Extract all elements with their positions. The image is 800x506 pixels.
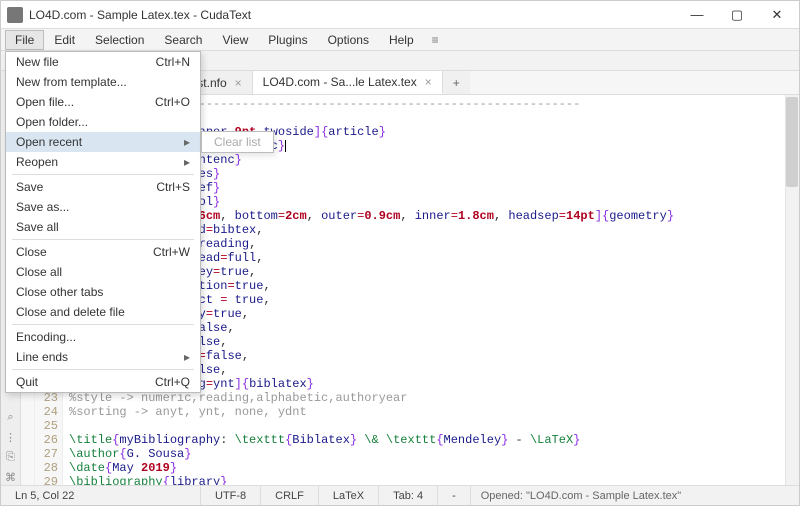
menuitem-open-file-[interactable]: Open file... Ctrl+O (6, 92, 200, 112)
menuitem-close-all[interactable]: Close all (6, 262, 200, 282)
window-title: LO4D.com - Sample Latex.tex - CudaText (29, 8, 685, 22)
menuitem-label: Open folder... (16, 115, 88, 129)
menuitem-label: Reopen (16, 155, 58, 169)
code-line-25[interactable] (69, 419, 793, 433)
menuitem-line-ends[interactable]: Line ends ▸ (6, 347, 200, 367)
code-line-24[interactable]: %sorting -> anyt, ynt, none, ydnt (69, 405, 793, 419)
menu-help[interactable]: Help (379, 30, 424, 50)
menuitem-label: Quit (16, 375, 38, 389)
clear-list-item[interactable]: Clear list (214, 135, 261, 149)
status-caret-pos[interactable]: Ln 5, Col 22 (1, 486, 201, 505)
menuitem-reopen[interactable]: Reopen ▸ (6, 152, 200, 172)
status-message: Opened: "LO4D.com - Sample Latex.tex" (471, 490, 799, 502)
menuitem-label: New file (16, 55, 59, 69)
status-lexer[interactable]: LaTeX (319, 486, 379, 505)
status-tab-size[interactable]: Tab: 4 (379, 486, 438, 505)
close-window-button[interactable]: ✕ (765, 7, 789, 23)
menuitem-label: Line ends (16, 350, 68, 364)
status-encoding[interactable]: UTF-8 (201, 486, 261, 505)
menuitem-label: Close (16, 245, 47, 259)
menuitem-open-folder-[interactable]: Open folder... (6, 112, 200, 132)
menuitem-shortcut: Ctrl+N (156, 55, 190, 69)
sidebar-icon-bottom-0[interactable]: ⌕ (4, 411, 18, 425)
menu-options[interactable]: Options (318, 30, 379, 50)
menu-search[interactable]: Search (154, 30, 212, 50)
menuitem-label: Open file... (16, 95, 74, 109)
menuitem-open-recent[interactable]: Open recent ▸ (6, 132, 200, 152)
sidebar-icon-bottom-1[interactable]: ⋮ (4, 431, 18, 445)
menuitem-label: Close all (16, 265, 62, 279)
maximize-button[interactable]: ▢ (725, 7, 749, 23)
submenu-arrow-icon: ▸ (184, 135, 190, 149)
menu-selection[interactable]: Selection (85, 30, 154, 50)
menuitem-shortcut: Ctrl+W (153, 245, 190, 259)
menuitem-close[interactable]: Close Ctrl+W (6, 242, 200, 262)
status-bar: Ln 5, Col 22 UTF-8 CRLF LaTeX Tab: 4 - O… (1, 485, 799, 505)
menuitem-encoding-[interactable]: Encoding... (6, 327, 200, 347)
tab-2[interactable]: LO4D.com - Sa...le Latex.tex × (253, 71, 443, 94)
tab-close-icon[interactable]: × (425, 75, 432, 89)
code-line-26[interactable]: \title{myBibliography: \texttt{Biblatex}… (69, 433, 793, 447)
menu-hamburger-icon[interactable]: ≡ (424, 30, 447, 50)
menuitem-save[interactable]: Save Ctrl+S (6, 177, 200, 197)
submenu-arrow-icon: ▸ (184, 155, 190, 169)
code-line-28[interactable]: \date{May 2019} (69, 461, 793, 475)
sidebar-icon-bottom-2[interactable]: ⎘ (4, 451, 18, 465)
menuitem-close-and-delete-file[interactable]: Close and delete file (6, 302, 200, 322)
status-line-endings[interactable]: CRLF (261, 486, 319, 505)
file-menu-dropdown[interactable]: New file Ctrl+N New from template... Open f… (5, 51, 201, 393)
menuitem-save-as-[interactable]: Save as... (6, 197, 200, 217)
open-recent-submenu[interactable]: Clear list (201, 131, 274, 153)
vertical-scrollbar[interactable] (785, 95, 799, 485)
menuitem-shortcut: Ctrl+S (156, 180, 190, 194)
menuitem-label: New from template... (16, 75, 127, 89)
tab-add-button[interactable]: + (443, 71, 470, 94)
code-line-29[interactable]: \bibliography{library} (69, 475, 793, 485)
status-insert-mode[interactable]: - (438, 486, 471, 505)
menuitem-label: Save (16, 180, 43, 194)
menuitem-label: Close and delete file (16, 305, 125, 319)
code-line-27[interactable]: \author{G. Sousa} (69, 447, 793, 461)
menuitem-shortcut: Ctrl+O (155, 95, 190, 109)
menu-bar: FileEditSelectionSearchViewPluginsOption… (1, 29, 799, 51)
code-line-23[interactable]: %style -> numeric,reading,alphabetic,aut… (69, 391, 793, 405)
sidebar-icon-bottom-3[interactable]: ⌘ (4, 471, 18, 485)
menu-file[interactable]: File (5, 30, 44, 50)
tab-close-icon[interactable]: × (235, 76, 242, 90)
menuitem-close-other-tabs[interactable]: Close other tabs (6, 282, 200, 302)
minimize-button[interactable]: ― (685, 7, 709, 23)
menuitem-label: Save all (16, 220, 59, 234)
menu-edit[interactable]: Edit (44, 30, 85, 50)
app-icon (7, 7, 23, 23)
menu-view[interactable]: View (212, 30, 258, 50)
submenu-arrow-icon: ▸ (184, 350, 190, 364)
menuitem-label: Open recent (16, 135, 82, 149)
menuitem-shortcut: Ctrl+Q (155, 375, 190, 389)
menuitem-label: Close other tabs (16, 285, 103, 299)
menuitem-new-from-template-[interactable]: New from template... (6, 72, 200, 92)
menuitem-new-file[interactable]: New file Ctrl+N (6, 52, 200, 72)
menu-plugins[interactable]: Plugins (258, 30, 317, 50)
menuitem-label: Save as... (16, 200, 69, 214)
menuitem-quit[interactable]: Quit Ctrl+Q (6, 372, 200, 392)
title-bar: LO4D.com - Sample Latex.tex - CudaText ―… (1, 1, 799, 29)
menuitem-save-all[interactable]: Save all (6, 217, 200, 237)
tab-label: LO4D.com - Sa...le Latex.tex (263, 75, 417, 89)
scrollbar-thumb[interactable] (786, 97, 798, 187)
menuitem-label: Encoding... (16, 330, 76, 344)
